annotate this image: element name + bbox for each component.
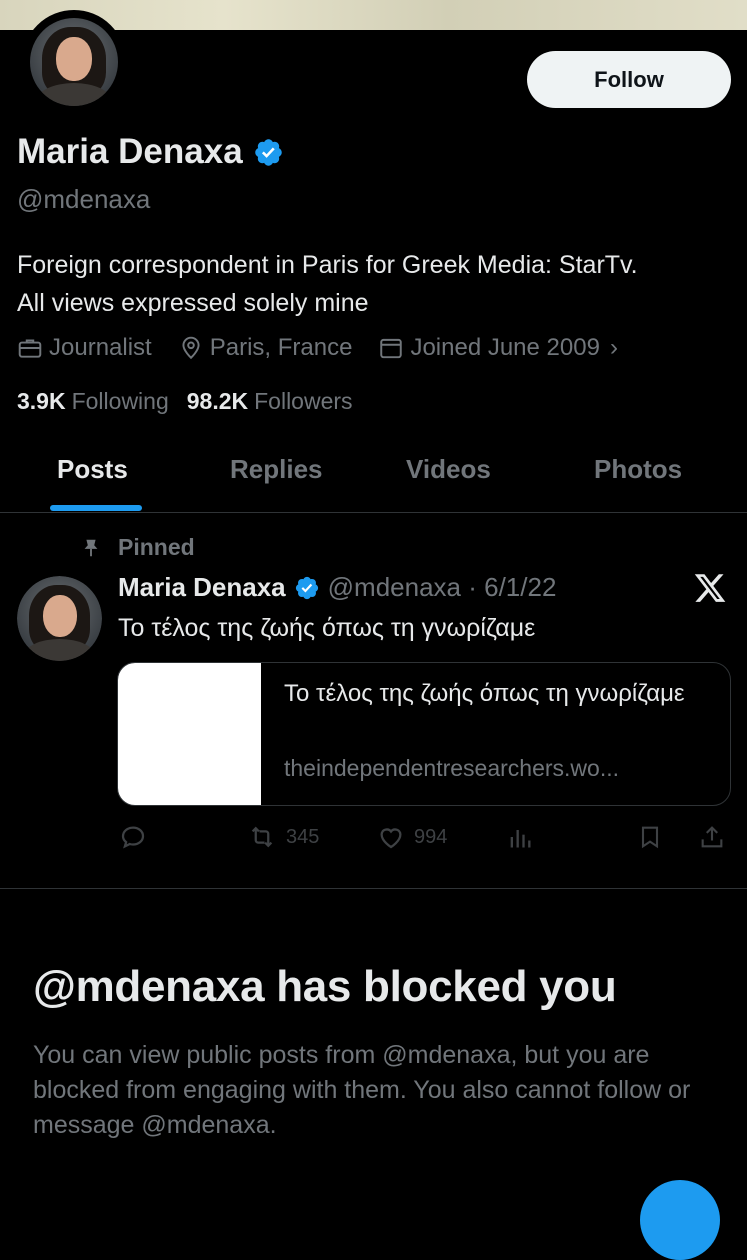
tab-posts[interactable]: Posts [57, 454, 128, 485]
pinned-label: Pinned [80, 534, 195, 561]
follow-button[interactable]: Follow [527, 51, 731, 108]
profession-text: Journalist [49, 334, 152, 361]
like-count: 994 [414, 825, 448, 848]
follow-counts: 3.9K Following 98.2K Followers [17, 388, 371, 415]
post-author-avatar[interactable] [17, 576, 102, 661]
bookmark-icon [641, 826, 659, 849]
following-link[interactable]: 3.9K Following [17, 388, 169, 415]
briefcase-icon [18, 339, 42, 358]
pinned-text: Pinned [118, 534, 195, 560]
blocked-title: @mdenaxa has blocked you [33, 962, 617, 1011]
blocked-message: You can view public posts from @mdenaxa,… [33, 1041, 691, 1139]
profile-name: Maria Denaxa [17, 132, 243, 171]
followers-count: 98.2K [186, 388, 249, 414]
like-icon [380, 828, 402, 849]
tab-replies[interactable]: Replies [230, 454, 323, 485]
location-text: Paris, France [209, 334, 353, 361]
profile-handle: @mdenaxa [17, 184, 151, 214]
chevron-right-icon: › [609, 334, 618, 361]
views-button[interactable] [506, 822, 534, 852]
post-actions: 345 994 [118, 822, 730, 856]
bookmark-button[interactable] [636, 822, 664, 852]
following-label: Following [71, 388, 169, 414]
post-header: Maria Denaxa @mdenaxa · 6/1/22 [118, 572, 556, 603]
x-logo-icon [694, 574, 726, 602]
bio-line: All views expressed solely mine [17, 289, 369, 317]
calendar-icon [380, 338, 403, 359]
tab-videos[interactable]: Videos [406, 454, 491, 485]
profile-banner[interactable] [0, 0, 747, 30]
share-icon [701, 826, 723, 848]
profile-tabs: Posts Replies Videos Photos [0, 440, 747, 513]
section-divider [0, 888, 747, 889]
verified-badge-icon [295, 576, 318, 599]
like-button[interactable]: 994 [376, 822, 447, 852]
views-icon [510, 830, 531, 848]
joined-item[interactable]: Joined June 2009 › [378, 334, 618, 362]
profession-item: Journalist [17, 334, 152, 362]
reply-button[interactable] [118, 822, 148, 852]
retweet-button[interactable]: 345 [246, 822, 319, 852]
verified-badge-icon[interactable] [253, 137, 284, 168]
post-handle-date: @mdenaxa · 6/1/22 [327, 572, 557, 602]
profile-bio: Foreign correspondent in Paris for Greek… [17, 246, 737, 322]
followers-link[interactable]: 98.2K Followers [187, 388, 353, 415]
retweet-icon [251, 826, 273, 848]
pin-icon [84, 539, 98, 556]
location-item: Paris, France [178, 334, 353, 362]
post-text: Το τέλος της ζωής όπως τη γνωρίζαμε [118, 614, 536, 642]
profile-meta: Journalist Paris, France Joined June 200… [17, 334, 618, 362]
reply-icon [121, 826, 145, 849]
followers-label: Followers [254, 388, 353, 414]
location-pin-icon [182, 336, 200, 360]
link-preview-card[interactable]: Το τέλος της ζωής όπως τη γνωρίζαμε thei… [117, 662, 731, 806]
profile-avatar[interactable] [22, 10, 126, 114]
joined-text: Joined June 2009 [410, 334, 600, 361]
tab-photos[interactable]: Photos [594, 454, 682, 485]
profile-name-row: Maria Denaxa [17, 132, 284, 172]
post-author-name[interactable]: Maria Denaxa [118, 572, 286, 603]
compose-post-button[interactable] [640, 1180, 720, 1260]
link-preview-thumbnail [118, 663, 261, 805]
link-preview-title: Το τέλος της ζωής όπως τη γνωρίζαμε [284, 680, 685, 707]
following-count: 3.9K [17, 388, 66, 414]
active-tab-indicator [50, 505, 142, 511]
link-preview-url: theindependentresearchers.wo... [284, 755, 619, 781]
share-button[interactable] [698, 822, 726, 852]
bio-line: Foreign correspondent in Paris for Greek… [17, 251, 638, 279]
retweet-count: 345 [286, 825, 320, 848]
